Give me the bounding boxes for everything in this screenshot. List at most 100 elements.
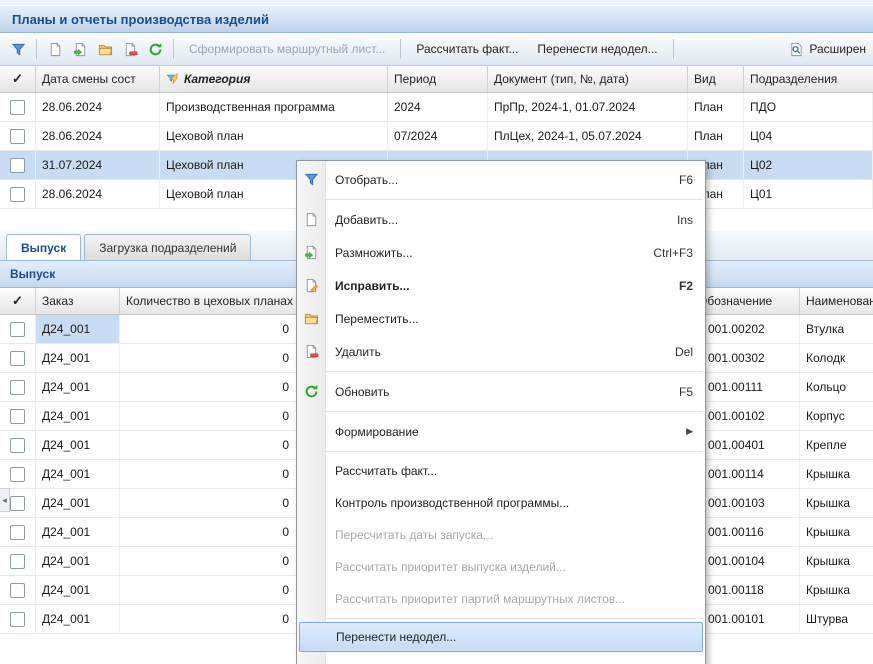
cell-document: ПрПр, 2024-1, 01.07.2024: [488, 93, 688, 121]
menu-item-dobavit[interactable]: Добавить... Ins: [297, 203, 705, 236]
cell-name: Крышка: [800, 489, 873, 517]
cell-designation: 001.00302: [690, 344, 800, 372]
row-checkbox[interactable]: [10, 496, 25, 511]
menu-item-kontrol-programmy[interactable]: Контроль производственной программы...: [297, 487, 705, 519]
new-document-icon: [48, 42, 63, 57]
plans-header-check[interactable]: ✓: [0, 66, 36, 92]
menu-item-ispravit[interactable]: Исправить... F2: [297, 269, 705, 302]
cell-qty: 0: [120, 344, 300, 372]
row-checkbox-cell: [0, 122, 36, 150]
menu-item-prioritet-vypuska: Рассчитать приоритет выпуска изделий...: [297, 551, 705, 583]
row-checkbox-cell: [0, 605, 36, 633]
row-checkbox-cell: [0, 373, 36, 401]
menu-separator: [299, 451, 703, 452]
cell-name: Колодк: [800, 344, 873, 372]
row-checkbox[interactable]: [10, 612, 25, 627]
delete-document-icon: [303, 344, 319, 360]
row-checkbox[interactable]: [10, 322, 25, 337]
row-checkbox-cell: [0, 518, 36, 546]
row-checkbox[interactable]: [10, 438, 25, 453]
output-header-designation[interactable]: Обозначение: [690, 288, 800, 314]
row-checkbox[interactable]: [10, 467, 25, 482]
submenu-arrow-icon: ▶: [686, 426, 693, 437]
row-checkbox[interactable]: [10, 100, 25, 115]
row-checkbox-cell: [0, 460, 36, 488]
cell-qty: 0: [120, 605, 300, 633]
menu-item-peremestit[interactable]: Переместить...: [297, 302, 705, 335]
calc-fact-button[interactable]: Рассчитать факт...: [407, 37, 527, 61]
folder-move-icon: [98, 42, 113, 57]
check-icon: ✓: [12, 293, 23, 309]
output-header-name[interactable]: Наименование: [800, 288, 873, 314]
row-checkbox-cell: [0, 180, 36, 208]
table-row[interactable]: 28.06.2024 Производственная программа 20…: [0, 93, 873, 122]
cell-order: Д24_001: [36, 489, 120, 517]
cell-category: Цеховой план: [160, 122, 388, 150]
add-button[interactable]: [43, 37, 67, 61]
cell-designation: 001.00401: [690, 431, 800, 459]
delete-button[interactable]: [118, 37, 142, 61]
menu-item-perenesti-nedodel[interactable]: Перенести недодел...: [299, 622, 703, 652]
row-checkbox[interactable]: [10, 583, 25, 598]
row-checkbox[interactable]: [10, 409, 25, 424]
row-checkbox[interactable]: [10, 187, 25, 202]
cell-designation: 001.00102: [690, 402, 800, 430]
cell-departments: Ц02: [744, 151, 873, 179]
tab-zagruzka-podrazdeleniy[interactable]: Загрузка подразделений: [84, 234, 251, 260]
row-checkbox[interactable]: [10, 129, 25, 144]
plans-header-date[interactable]: Дата смены сост: [36, 66, 160, 92]
row-checkbox[interactable]: [10, 554, 25, 569]
menu-item-otobrat[interactable]: Отобрать... F6: [297, 163, 705, 196]
row-checkbox[interactable]: [10, 525, 25, 540]
menu-item-obnovit[interactable]: Обновить F5: [297, 375, 705, 408]
plans-header-kind[interactable]: Вид: [688, 66, 744, 92]
row-checkbox-cell: [0, 151, 36, 179]
move-button[interactable]: [93, 37, 117, 61]
menu-item-formirovanie[interactable]: Формирование ▶: [297, 415, 705, 448]
menu-item-prioritet-partiy: Рассчитать приоритет партий маршрутных л…: [297, 583, 705, 615]
row-checkbox[interactable]: [10, 380, 25, 395]
cell-order: Д24_001: [36, 576, 120, 604]
cell-designation: 001.00103: [690, 489, 800, 517]
cell-qty: 0: [120, 373, 300, 401]
cell-order: Д24_001: [36, 373, 120, 401]
refresh-button[interactable]: [143, 37, 167, 61]
extended-button-label: Расширен: [809, 42, 866, 56]
output-header-qty[interactable]: Количество в цеховых планах: [120, 288, 300, 314]
menu-item-udalit[interactable]: Удалить Del: [297, 335, 705, 368]
menu-item-rasschitat-fakt[interactable]: Рассчитать факт...: [297, 455, 705, 487]
check-icon: ✓: [12, 71, 23, 87]
cell-date: 28.06.2024: [36, 122, 160, 150]
table-row[interactable]: 28.06.2024 Цеховой план 07/2024 ПлЦех, 2…: [0, 122, 873, 151]
refresh-icon: [303, 384, 319, 400]
plans-header-departments[interactable]: Подразделения: [744, 66, 873, 92]
cell-date: 28.06.2024: [36, 93, 160, 121]
extended-search-icon: [789, 42, 804, 57]
duplicate-button[interactable]: [68, 37, 92, 61]
cell-qty: 0: [120, 460, 300, 488]
extended-button[interactable]: Расширен: [780, 37, 873, 61]
plans-header-category[interactable]: Категория: [160, 66, 388, 92]
duplicate-document-icon: [303, 245, 319, 261]
cell-order: Д24_001: [36, 605, 120, 633]
transfer-backlog-button[interactable]: Перенести недодел...: [528, 37, 666, 61]
filter-icon: [303, 172, 319, 188]
new-document-icon: [303, 212, 319, 228]
row-checkbox-cell: [0, 402, 36, 430]
tab-vypusk[interactable]: Выпуск: [6, 234, 81, 260]
row-checkbox[interactable]: [10, 158, 25, 173]
toolbar-separator: [173, 39, 174, 59]
plans-header-period[interactable]: Период: [388, 66, 488, 92]
filter-button[interactable]: [6, 37, 30, 61]
output-header-order[interactable]: Заказ: [36, 288, 120, 314]
output-header-check[interactable]: ✓: [0, 288, 36, 314]
menu-separator: [299, 371, 703, 372]
menu-separator: [299, 199, 703, 200]
row-checkbox[interactable]: [10, 351, 25, 366]
cell-name: Втулка: [800, 315, 873, 343]
plans-header-document[interactable]: Документ (тип, №, дата): [488, 66, 688, 92]
panel-collapse-handle[interactable]: ◂: [0, 488, 10, 512]
plans-table-header: ✓ Дата смены сост Категория Период Докум…: [0, 66, 873, 93]
menu-item-razmnozhit[interactable]: Размножить... Ctrl+F3: [297, 236, 705, 269]
cell-designation: 001.00101: [690, 605, 800, 633]
